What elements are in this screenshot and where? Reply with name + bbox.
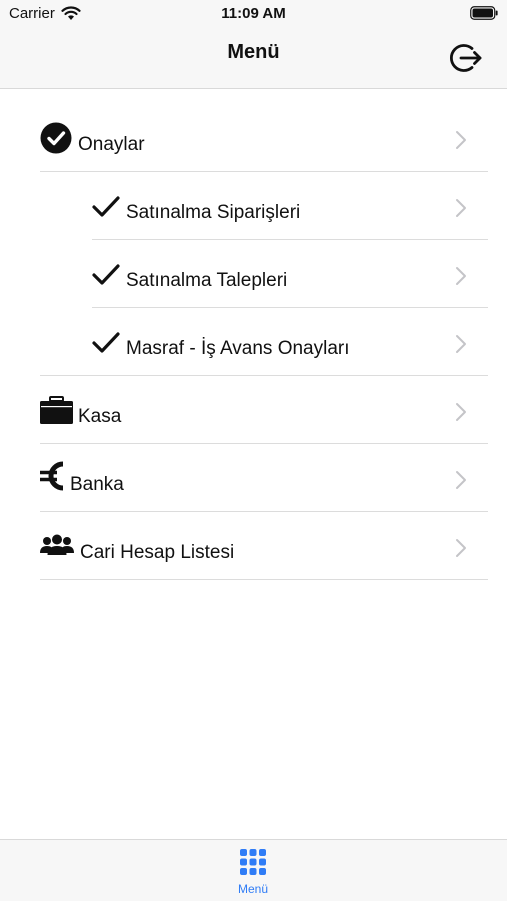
checkmark-icon xyxy=(92,196,120,217)
chevron-right-icon xyxy=(456,131,466,149)
logout-icon[interactable] xyxy=(449,40,485,76)
cash-box-icon xyxy=(40,396,73,424)
users-icon xyxy=(40,534,74,555)
menu-item-banka[interactable]: Banka xyxy=(0,444,507,512)
status-bar: Carrier 11:09 AM xyxy=(0,0,507,28)
menu-item-onaylar[interactable]: Onaylar xyxy=(0,104,507,172)
tab-menu[interactable]: Menü xyxy=(213,840,293,901)
chevron-right-icon xyxy=(456,403,466,421)
menu-item-cari-hesap-listesi[interactable]: Cari Hesap Listesi xyxy=(0,512,507,580)
check-circle-icon xyxy=(40,122,72,154)
euro-icon xyxy=(40,461,64,491)
menu-item-satinalma-talepleri[interactable]: Satınalma Talepleri xyxy=(0,240,507,308)
menu-item-label: Cari Hesap Listesi xyxy=(80,542,235,563)
divider xyxy=(40,579,488,580)
tab-bar: Menü xyxy=(0,839,507,901)
menu-item-label: Masraf - İş Avans Onayları xyxy=(126,338,350,359)
page-title: Menü xyxy=(227,41,280,63)
grid-icon xyxy=(240,849,266,875)
chevron-right-icon xyxy=(456,335,466,353)
tab-label: Menü xyxy=(237,882,269,896)
menu-list: Onaylar Satınalma Siparişleri Satınalma … xyxy=(0,104,507,580)
menu-item-label: Satınalma Talepleri xyxy=(126,270,288,291)
menu-item-label: Onaylar xyxy=(78,134,145,155)
navigation-bar: Menü xyxy=(0,28,507,89)
chevron-right-icon xyxy=(456,539,466,557)
chevron-right-icon xyxy=(456,199,466,217)
chevron-right-icon xyxy=(456,471,466,489)
clock: 11:09 AM xyxy=(221,5,286,22)
menu-item-label: Banka xyxy=(70,474,124,495)
menu-item-kasa[interactable]: Kasa xyxy=(0,376,507,444)
chevron-right-icon xyxy=(456,267,466,285)
menu-item-label: Satınalma Siparişleri xyxy=(126,202,301,223)
menu-item-label: Kasa xyxy=(78,406,122,427)
battery-icon xyxy=(470,6,498,20)
menu-item-masraf-is-avans-onaylari[interactable]: Masraf - İş Avans Onayları xyxy=(0,308,507,376)
checkmark-icon xyxy=(92,332,120,353)
menu-item-satinalma-siparisleri[interactable]: Satınalma Siparişleri xyxy=(0,172,507,240)
checkmark-icon xyxy=(92,264,120,285)
